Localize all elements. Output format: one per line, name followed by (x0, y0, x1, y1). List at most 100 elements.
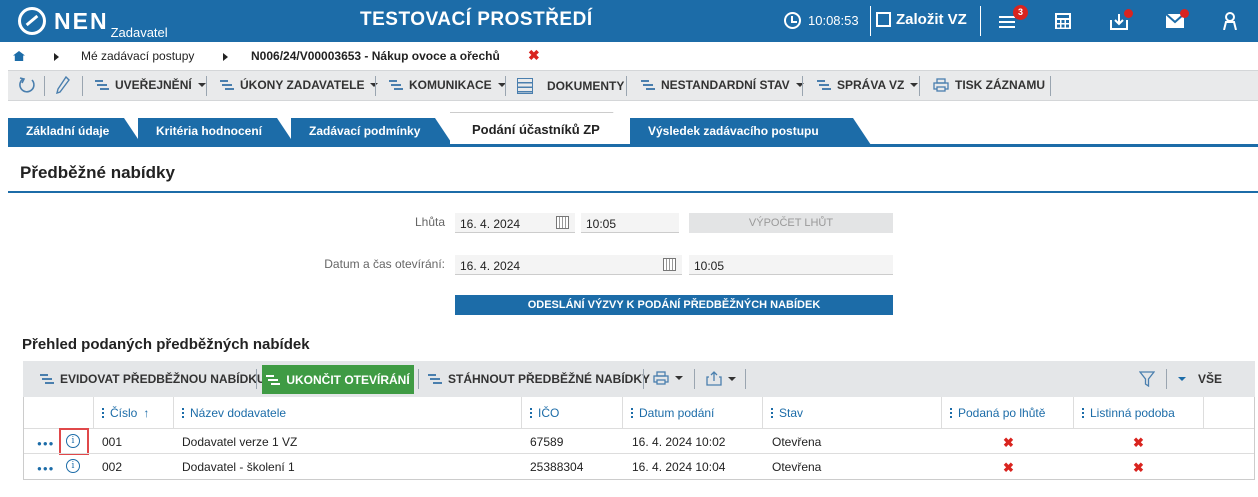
divider (626, 76, 627, 96)
view-all-dropdown[interactable]: VŠE (1178, 372, 1222, 386)
table-header-stav[interactable]: Stav (763, 397, 942, 428)
logo-subtitle: Zadavatel (110, 25, 168, 40)
notification-badge: 3 (1013, 5, 1028, 20)
menu-label: ÚKONY ZADAVATELE (240, 78, 365, 92)
export-dropdown[interactable] (706, 371, 736, 386)
calculator-icon[interactable] (1054, 12, 1076, 34)
cross-icon: ✖ (1003, 435, 1014, 450)
home-icon[interactable] (13, 51, 25, 61)
cross-icon: ✖ (1003, 460, 1014, 475)
deadline-time-field[interactable]: 10:05 (581, 213, 679, 233)
column-menu-icon[interactable] (530, 407, 532, 418)
opening-date-field[interactable]: 16. 4. 2024 (455, 255, 682, 275)
column-menu-icon[interactable] (182, 407, 184, 418)
table-header-nazev[interactable]: Název dodavatele (174, 397, 522, 428)
table-row[interactable]: ●●● i 002 Dodavatel - školení 1 25388304… (24, 453, 1254, 478)
download-offers-button[interactable]: STÁHNOUT PŘEDBĚŽNÉ NABÍDKY (428, 372, 650, 386)
tab-zakladni-udaje[interactable]: Základní údaje (8, 118, 142, 145)
column-menu-icon[interactable] (102, 407, 104, 418)
export-icon (706, 371, 722, 386)
tab-podani-ucastniku[interactable]: Podání účastníků ZP (450, 112, 633, 147)
menu-sprava-vz[interactable]: SPRÁVA VZ (817, 78, 919, 92)
column-menu-icon[interactable] (950, 407, 952, 418)
tab-bar: Základní údaje Kritéria hodnocení Zadáva… (0, 112, 1258, 147)
cell-stav: Otevřena (772, 460, 822, 474)
menu-nestandardni-stav[interactable]: NESTANDARDNÍ STAV (641, 78, 804, 92)
menu-uverejneni[interactable]: UVEŘEJNĚNÍ (95, 78, 206, 92)
logo-icon (18, 7, 46, 35)
column-menu-icon[interactable] (771, 407, 773, 418)
menu-ukony-zadavatele[interactable]: ÚKONY ZADAVATELE (220, 78, 379, 92)
menu-tisk-zaznamu[interactable]: TISK ZÁZNAMU (933, 78, 1045, 92)
menu-komunikace[interactable]: KOMUNIKACE (389, 78, 506, 92)
opening-label: Datum a čas otevírání: (324, 257, 445, 271)
breadcrumb: Mé zadávací postupy N006/24/V00003653 - … (0, 42, 1258, 70)
calculate-deadlines-button[interactable]: VÝPOČET LHŮT (689, 213, 893, 233)
finish-opening-button[interactable]: UKONČIT OTEVÍRÁNÍ (262, 365, 414, 394)
top-bar: NEN Zadavatel TESTOVACÍ PROSTŘEDÍ 10:08:… (0, 0, 1258, 42)
list-icon (641, 79, 655, 91)
section-header: Předběžné nabídky (8, 149, 1258, 193)
print-icon (653, 371, 669, 385)
filter-icon[interactable] (1139, 371, 1155, 387)
table-header-cislo[interactable]: Číslo ↑ (94, 397, 174, 428)
divider (44, 76, 45, 96)
info-icon[interactable]: i (66, 434, 80, 448)
clock-icon (784, 12, 801, 29)
cell-stav: Otevřena (772, 435, 822, 449)
sort-asc-icon: ↑ (143, 405, 150, 420)
deadline-date-field[interactable]: 16. 4. 2024 (455, 213, 575, 233)
menu-label: DOKUMENTY (547, 79, 625, 93)
section-title: Předběžné nabídky (20, 163, 175, 182)
tab-kriteria-hodnoceni[interactable]: Kritéria hodnocení (138, 118, 295, 145)
divider (1166, 369, 1167, 389)
calendar-icon[interactable] (556, 216, 569, 229)
list-icon (817, 79, 831, 91)
divider (418, 369, 419, 389)
menu-label: SPRÁVA VZ (837, 78, 905, 92)
pencil-icon[interactable] (56, 76, 70, 94)
calendar-icon[interactable] (663, 258, 676, 271)
table-header-ico[interactable]: IČO (522, 397, 623, 428)
cell-nazev: Dodavatel verze 1 VZ (182, 435, 298, 449)
info-icon[interactable]: i (66, 459, 80, 473)
record-offer-button[interactable]: EVIDOVAT PŘEDBĚŽNOU NABÍDKU (40, 372, 266, 386)
divider (694, 369, 695, 389)
session-time: 10:08:53 (808, 13, 859, 28)
table-header-datum[interactable]: Datum podání (623, 397, 763, 428)
view-all-label: VŠE (1198, 372, 1223, 386)
tab-zadavaci-podminky[interactable]: Zadávací podmínky (291, 118, 453, 145)
record-offer-label: EVIDOVAT PŘEDBĚŽNOU NABÍDKU (60, 372, 266, 386)
row-actions-icon[interactable]: ●●● (37, 464, 55, 473)
divider (870, 6, 871, 36)
cell-nazev: Dodavatel - školení 1 (182, 460, 295, 474)
create-vz-button[interactable]: Založit VZ (876, 11, 967, 28)
refresh-icon[interactable] (18, 76, 36, 94)
row-actions-icon[interactable]: ●●● (37, 439, 55, 448)
column-menu-icon[interactable] (631, 407, 633, 418)
nen-logo[interactable]: NEN Zadavatel (18, 7, 168, 40)
menu-label: UVEŘEJNĚNÍ (115, 78, 192, 92)
table-row[interactable]: ●●● i 001 Dodavatel verze 1 VZ 67589 16.… (24, 428, 1254, 455)
divider (82, 76, 83, 96)
opening-time-field[interactable]: 10:05 (689, 255, 893, 275)
tab-vysledek-zadavaciho-postupu[interactable]: Výsledek zadávacího postupu (630, 118, 871, 145)
cell-cislo: 002 (102, 460, 123, 474)
print-dropdown[interactable] (653, 371, 683, 385)
breadcrumb-item[interactable]: Mé zadávací postupy (81, 49, 194, 63)
table-header-po-lhute[interactable]: Podaná po lhůtě (942, 397, 1074, 428)
document-icon (517, 78, 533, 94)
divider (1050, 76, 1051, 96)
chevron-down-icon (728, 376, 736, 381)
menu-dokumenty[interactable]: DOKUMENTY (517, 78, 624, 94)
cell-ico: 25388304 (530, 460, 584, 474)
send-invitation-button[interactable]: ODESLÁNÍ VÝZVY K PODÁNÍ PŘEDBĚŽNÝCH NABÍ… (455, 295, 893, 315)
list-icon (428, 373, 442, 385)
table-header-listinna[interactable]: Listinná podoba (1074, 397, 1204, 428)
divider (256, 369, 257, 389)
divider (745, 369, 746, 389)
close-icon[interactable]: ✖ (528, 47, 540, 64)
user-icon[interactable] (1222, 12, 1244, 34)
inbox-alert-dot (1124, 9, 1133, 18)
column-menu-icon[interactable] (1082, 407, 1084, 418)
